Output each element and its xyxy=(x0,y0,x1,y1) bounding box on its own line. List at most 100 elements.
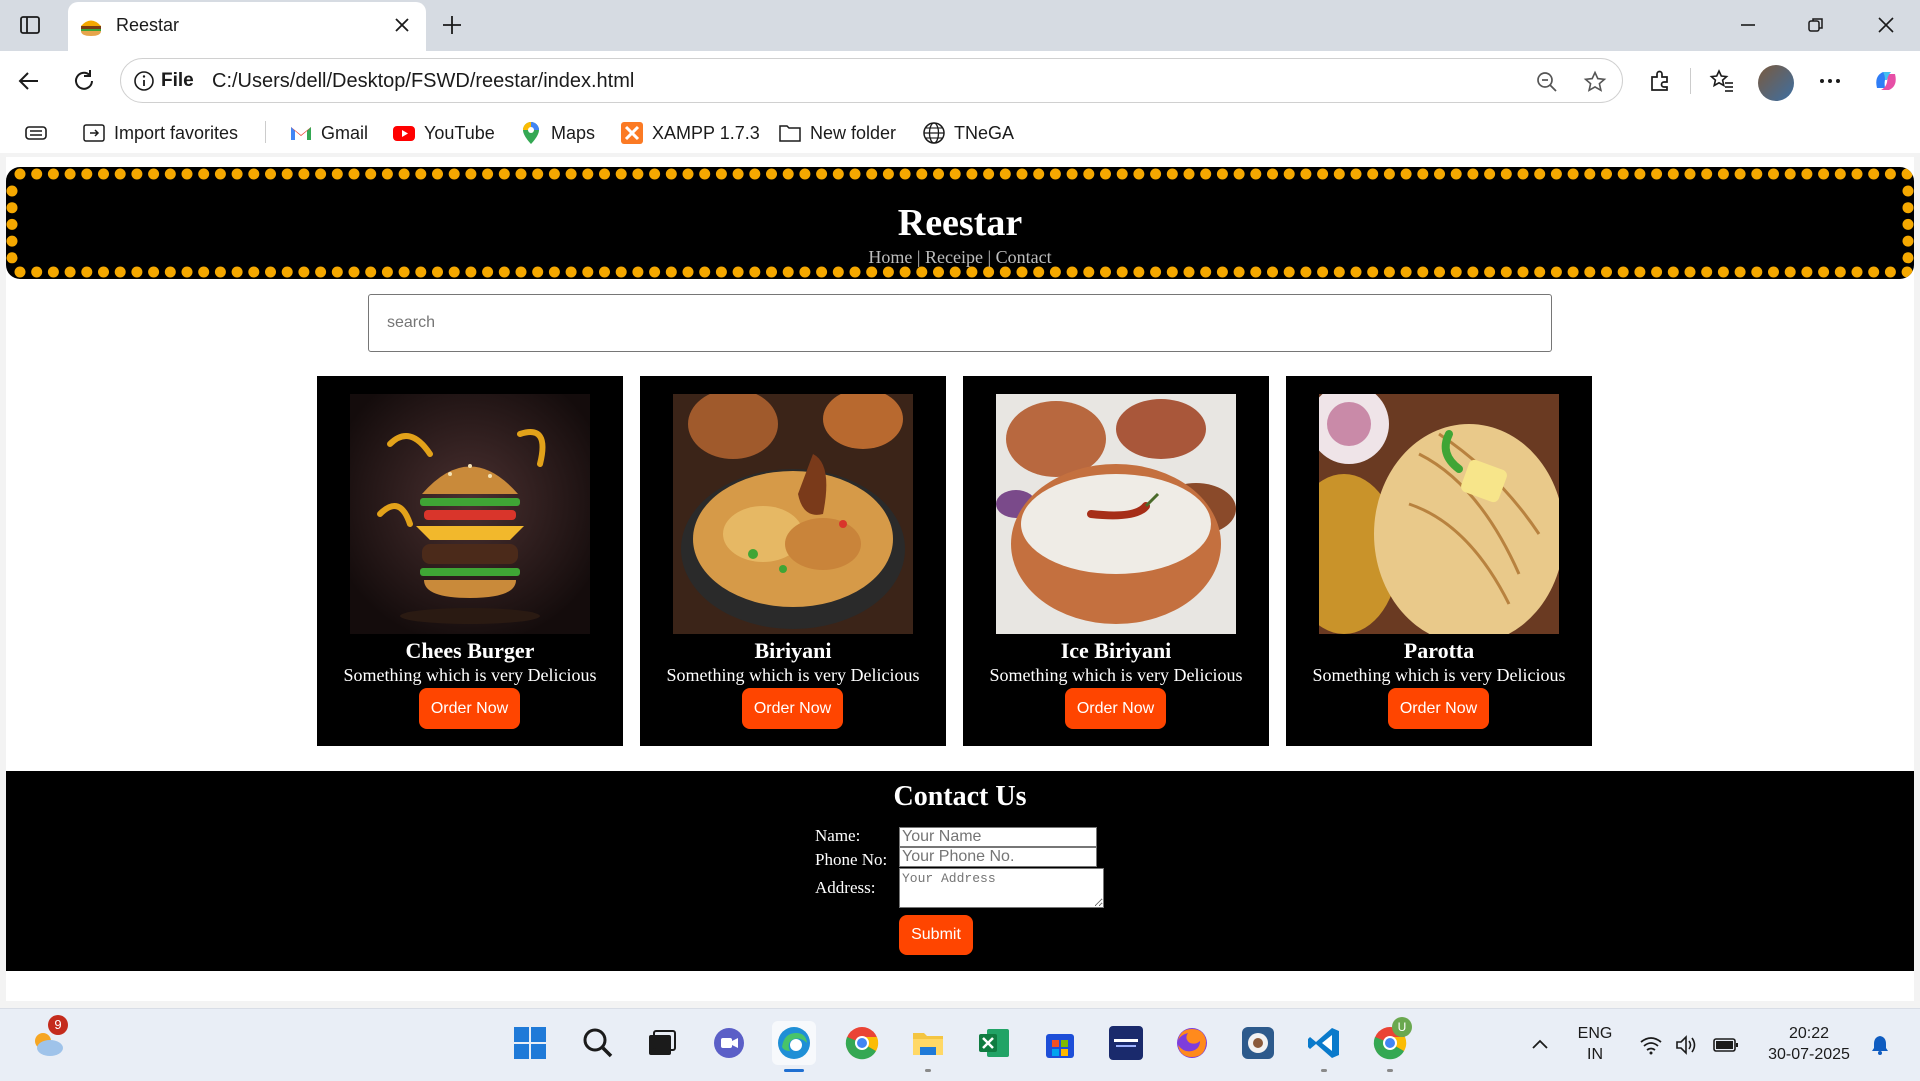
address-bar[interactable]: File C:/Users/dell/Desktop/FSWD/reestar/… xyxy=(120,58,1623,103)
extensions-icon[interactable] xyxy=(1646,67,1674,95)
ice-biriyani-image xyxy=(996,394,1236,634)
marquee-dot xyxy=(1333,168,1345,180)
marquee-dot xyxy=(1768,266,1779,278)
marquee-dot xyxy=(1701,168,1713,180)
bookmark-youtube[interactable]: YouTube xyxy=(392,120,495,146)
marquee-dot xyxy=(782,266,794,278)
marquee-dot xyxy=(1049,168,1061,180)
info-icon[interactable] xyxy=(133,70,155,92)
order-now-button[interactable]: Order Now xyxy=(1388,688,1489,729)
bookmark-new-folder[interactable]: New folder xyxy=(778,120,896,146)
collections-icon[interactable] xyxy=(24,122,48,144)
restore-icon[interactable] xyxy=(1802,11,1830,39)
marquee-dot xyxy=(6,185,18,197)
submit-button[interactable]: Submit xyxy=(899,915,973,955)
marquee-dot xyxy=(849,168,861,180)
address-field[interactable] xyxy=(899,868,1104,908)
marquee-dot xyxy=(1601,266,1612,278)
taskbar-app-udyam[interactable] xyxy=(1104,1021,1148,1065)
phone-field[interactable] xyxy=(899,847,1097,867)
more-options-icon[interactable] xyxy=(1816,67,1844,95)
address-url[interactable]: C:/Users/dell/Desktop/FSWD/reestar/index… xyxy=(212,70,634,93)
marquee-dot xyxy=(983,266,995,278)
marquee-dot xyxy=(565,168,577,180)
taskbar-app-file-explorer[interactable] xyxy=(906,1021,950,1072)
taskbar-app-chrome-profile[interactable]: U xyxy=(1368,1017,1412,1072)
sidebar-toggle-icon[interactable] xyxy=(16,11,44,39)
nav-separator: | xyxy=(982,247,996,267)
battery-icon[interactable] xyxy=(1712,1033,1740,1057)
marquee-dot xyxy=(1300,168,1312,180)
site-favicon xyxy=(78,14,104,38)
chevron-up-icon[interactable] xyxy=(1528,1033,1552,1057)
clock[interactable]: 20:22 30-07-2025 xyxy=(1754,1023,1864,1065)
browser-tab-active[interactable]: Reestar xyxy=(68,2,426,51)
taskbar-app-vscode[interactable] xyxy=(1302,1021,1346,1072)
marquee-dot xyxy=(1651,168,1663,180)
bookmark-maps[interactable]: Maps xyxy=(519,120,595,146)
site-header: Reestar Home | Receipe | Contact xyxy=(6,167,1914,279)
close-tab-icon[interactable] xyxy=(390,13,414,37)
new-tab-icon[interactable] xyxy=(438,11,466,39)
marquee-dot xyxy=(1166,266,1178,278)
tab-title: Reestar xyxy=(116,15,180,35)
copilot-icon[interactable] xyxy=(1870,65,1902,97)
bookmark-xampp[interactable]: XAMPP 1.7.3 xyxy=(620,120,760,146)
task-view-button[interactable] xyxy=(640,1021,684,1065)
marquee-dot xyxy=(1751,168,1763,180)
card-title: Biriyani xyxy=(754,638,832,663)
refresh-icon[interactable] xyxy=(70,67,98,95)
taskbar-app-excel[interactable] xyxy=(972,1021,1016,1065)
bookmark-gmail[interactable]: Gmail xyxy=(289,120,368,146)
nav-link-home[interactable]: Home xyxy=(868,247,912,267)
favorites-icon[interactable] xyxy=(1708,67,1736,95)
close-window-icon[interactable] xyxy=(1872,11,1900,39)
marquee-dot xyxy=(582,266,594,278)
marquee-dot xyxy=(448,168,460,180)
order-now-button[interactable]: Order Now xyxy=(1065,688,1166,729)
order-now-button[interactable]: Order Now xyxy=(419,688,520,729)
marquee-dot xyxy=(515,266,527,278)
volume-icon[interactable] xyxy=(1674,1033,1700,1057)
wifi-icon[interactable] xyxy=(1638,1033,1664,1057)
taskbar-app-meet[interactable] xyxy=(707,1021,751,1065)
bookmark-import-favorites[interactable]: Import favorites xyxy=(82,120,238,146)
order-now-button[interactable]: Order Now xyxy=(742,688,843,729)
taskbar-app-photo[interactable] xyxy=(1236,1021,1280,1065)
marquee-dot xyxy=(766,266,777,278)
minimize-icon[interactable] xyxy=(1734,11,1762,39)
taskbar-search[interactable] xyxy=(576,1021,620,1065)
marquee-dot xyxy=(1216,266,1228,278)
profile-avatar[interactable] xyxy=(1758,65,1794,101)
card-title: Chees Burger xyxy=(405,638,535,663)
nav-link-recipe[interactable]: Receipe xyxy=(925,247,983,267)
search-input[interactable] xyxy=(368,294,1552,352)
notification-bell-icon[interactable] xyxy=(1868,1033,1892,1057)
marquee-dot xyxy=(1417,266,1429,278)
marquee-dot xyxy=(1500,266,1512,278)
language-indicator[interactable]: ENG IN xyxy=(1570,1023,1620,1065)
marquee-dot xyxy=(214,266,226,278)
marquee-dot xyxy=(1200,266,1212,278)
food-card: Chees Burger Something which is very Del… xyxy=(317,376,623,746)
marquee-dot xyxy=(248,266,260,278)
favorite-star-icon[interactable] xyxy=(1582,69,1608,95)
name-field[interactable] xyxy=(899,827,1097,847)
taskbar-app-chrome[interactable] xyxy=(840,1021,884,1065)
bookmark-tnega[interactable]: TNeGA xyxy=(922,120,1014,146)
taskbar-app-firefox[interactable] xyxy=(1170,1021,1214,1065)
nav-link-contact[interactable]: Contact xyxy=(996,247,1052,267)
taskbar-app-edge[interactable] xyxy=(772,1021,816,1072)
taskbar-app-store[interactable] xyxy=(1038,1021,1082,1065)
marquee-dot xyxy=(1667,168,1679,180)
marquee-dot xyxy=(1517,266,1529,278)
marquee-dot xyxy=(632,266,644,278)
marquee-dot xyxy=(715,266,727,278)
address-label: Address: xyxy=(815,878,876,897)
marquee-dot xyxy=(1651,266,1663,278)
zoom-out-icon[interactable] xyxy=(1534,69,1560,95)
back-icon[interactable] xyxy=(15,67,43,95)
weather-widget[interactable]: 9 xyxy=(26,1015,70,1065)
marquee-dot xyxy=(1350,168,1362,180)
start-button[interactable] xyxy=(508,1021,552,1065)
